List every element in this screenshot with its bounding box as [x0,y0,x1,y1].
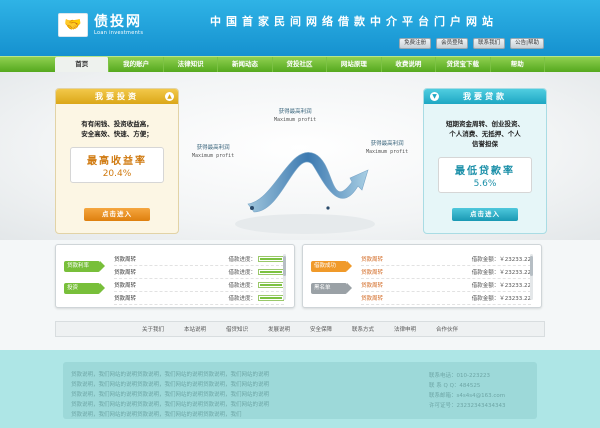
footer-link-security[interactable]: 安全保障 [310,325,332,333]
nav-item-principle[interactable]: 网站原理 [327,57,382,72]
loan-enter-button[interactable]: 点击进入 [452,208,518,221]
nav-item-fees[interactable]: 收费说明 [382,57,437,72]
list-item[interactable]: 贷款周转 借款金额：￥23233.22 [361,253,531,266]
list-item[interactable]: 贷款周转 借款进度： [114,253,284,266]
max-return-label: 最高收益率 [87,156,147,167]
max-return-value: 20.4% [102,169,132,179]
footer-link-contact[interactable]: 联系方式 [352,325,374,333]
chevron-down-icon: ▼ [430,92,439,101]
progress-bar [258,295,284,301]
list-item[interactable]: 贷款周转 借款进度： [114,279,284,292]
nav-item-help[interactable]: 帮助 [491,57,545,72]
handshake-icon: 🤝 [58,13,88,37]
footer-link-development[interactable]: 发展说明 [268,325,290,333]
loan-panel: ▼ 我要贷款 短期资金周转、创业投资、 个人消费、无抵押、个人 信誉担保 最低贷… [423,88,547,234]
footer-info-box: 贷款说明，我们网站的说明贷款说明，我们网站的说明贷款说明，我们网站的说明 贷款说… [63,362,537,419]
min-loan-rate-value: 5.6% [473,179,497,189]
min-loan-rate-label: 最低贷款率 [455,166,515,177]
nav-item-download[interactable]: 贷贷宝下载 [436,57,491,72]
footer-links: 关于我们 本站说明 借贷知识 发展说明 安全保障 联系方式 法律申明 合作伙伴 [55,321,545,337]
investment-list-box: 贷款利率 投资 贷款周转 借款进度： 贷款周转 借款进度： 贷款周转 借款进度：… [55,244,295,308]
footer-link-partners[interactable]: 合作伙伴 [436,325,458,333]
loan-description: 短期资金周转、创业投资、 个人消费、无抵押、个人 信誉担保 [446,120,524,148]
logo-name: 债投网 [94,14,142,30]
site-logo[interactable]: 🤝 债投网 Loan investments [58,8,166,42]
list-item[interactable]: 贷款周转 借款金额：￥23233.22 [361,279,531,292]
progress-bar [258,256,284,262]
hero-banner: 我要投资 ▲ 有有闲钱、投资收益高， 安全高效、快速、方便； 最高收益率 20.… [0,72,600,240]
invest-panel-title: 我要投资 ▲ [56,89,178,104]
loan-list-box: 借款成功 黑名单 贷款周转 借款金额：￥23233.22 贷款周转 借款金额：￥… [302,244,542,308]
footer-link-legal[interactable]: 法律申明 [394,325,416,333]
license-number: 许可证号：23232343434343 [429,403,506,409]
footer-link-knowledge[interactable]: 借贷知识 [226,325,248,333]
contact-button[interactable]: 联系我们 [473,38,506,49]
nav-item-law[interactable]: 法律知识 [164,57,219,72]
footer-description: 贷款说明，我们网站的说明贷款说明，我们网站的说明贷款说明，我们网站的说明 贷款说… [71,372,270,418]
invest-description: 有有闲钱、投资收益高， 安全高效、快速、方便； [81,120,153,138]
progress-bar [258,269,284,275]
logo-subtitle: Loan investments [94,30,144,36]
register-button[interactable]: 免费注册 [399,38,432,49]
tag-invest[interactable]: 投资 [64,283,105,294]
list-item[interactable]: 贷款周转 借款进度： [114,292,284,305]
main-nav: 首页 我的账户 法律知识 新闻动态 贷投社区 网站原理 收费说明 贷贷宝下载 帮… [0,56,600,72]
loan-panel-title: ▼ 我要贷款 [424,89,546,104]
tag-loan-success[interactable]: 借款成功 [311,261,352,272]
notice-help-button[interactable]: 公告|帮助 [510,38,544,49]
scrollbar[interactable] [530,254,533,300]
contact-qq: 联 系 Q Q：484525 [429,383,481,389]
nav-item-account[interactable]: 我的账户 [109,57,164,72]
login-button[interactable]: 会员登陆 [436,38,469,49]
list-item[interactable]: 贷款周转 借款金额：￥23233.22 [361,266,531,279]
quick-links: 免费注册 会员登陆 联系我们 公告|帮助 [399,38,544,49]
list-item[interactable]: 贷款周转 借款金额：￥23233.22 [361,292,531,305]
contact-phone: 联系电话：010-223223 [429,373,490,379]
tag-blacklist[interactable]: 黑名单 [311,283,352,294]
invest-panel: 我要投资 ▲ 有有闲钱、投资收益高， 安全高效、快速、方便； 最高收益率 20.… [55,88,179,234]
site-header: 🤝 债投网 Loan investments 中国首家民间网络借款中介平台门户网… [0,0,600,56]
chevron-up-icon: ▲ [165,92,174,101]
nav-item-community[interactable]: 贷投社区 [273,57,328,72]
max-return-box: 最高收益率 20.4% [70,147,164,183]
contact-info: 联系电话：010-223223 联 系 Q Q：484525 联系邮箱：s4s4… [429,371,506,411]
min-loan-rate-box: 最低贷款率 5.6% [438,157,532,193]
invest-enter-button[interactable]: 点击进入 [84,208,150,221]
nav-item-news[interactable]: 新闻动态 [218,57,273,72]
footer-link-site-info[interactable]: 本站说明 [184,325,206,333]
tag-loan-rate[interactable]: 贷款利率 [64,261,105,272]
site-slogan: 中国首家民间网络借款中介平台门户网站 [210,15,498,28]
site-footer: 贷款说明，我们网站的说明贷款说明，我们网站的说明贷款说明，我们网站的说明 贷款说… [0,350,600,428]
contact-email[interactable]: 联系邮箱：s4s4s4@163.com [429,391,506,401]
scrollbar[interactable] [283,254,286,300]
footer-link-about[interactable]: 关于我们 [142,325,164,333]
list-item[interactable]: 贷款周转 借款进度： [114,266,284,279]
nav-item-home[interactable]: 首页 [55,57,110,72]
growth-arrow-graphic [235,152,375,234]
progress-bar [258,282,284,288]
